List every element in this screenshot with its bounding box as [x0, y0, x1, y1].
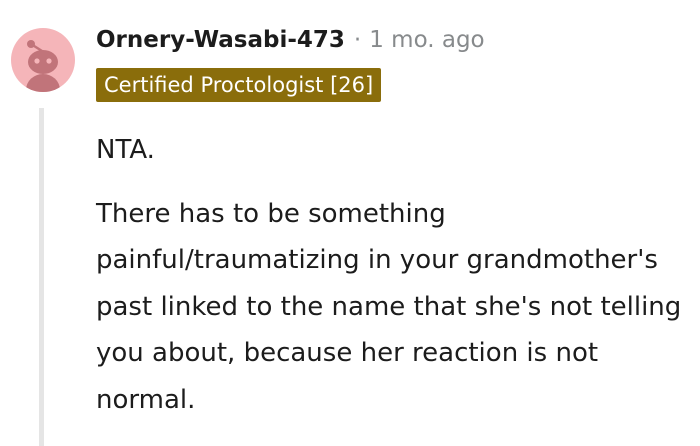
comment: Ornery-Wasabi-473 · 1 mo. ago Certified …: [0, 0, 700, 446]
comment-paragraph: There has to be something painful/trauma…: [96, 198, 682, 415]
user-flair: Certified Proctologist [26]: [96, 68, 382, 102]
avatar-figure: [26, 40, 60, 92]
snoo-avatar-icon[interactable]: [11, 28, 75, 92]
username-link[interactable]: Ornery-Wasabi-473: [96, 27, 345, 53]
timestamp-link[interactable]: 1 mo. ago: [369, 27, 484, 53]
thread-line[interactable]: [39, 108, 44, 446]
comment-body: NTA. There has to be something painful/t…: [96, 127, 686, 423]
comment-paragraph: NTA.: [96, 135, 155, 165]
meta-separator: ·: [353, 27, 362, 53]
comment-meta: Ornery-Wasabi-473 · 1 mo. ago: [96, 24, 485, 56]
